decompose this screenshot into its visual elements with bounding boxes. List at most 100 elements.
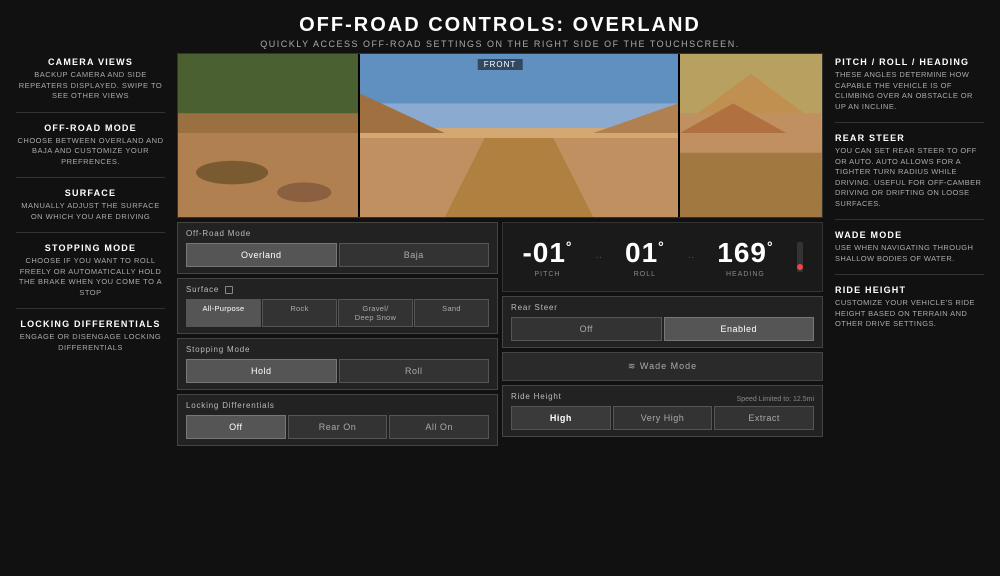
roll-number-text: 01 <box>625 237 658 268</box>
right-label-ride-height: RIDE HEIGHT <box>835 285 984 295</box>
surface-label: Surface <box>186 285 489 294</box>
sidebar-desc-surface: MANUALLY ADJUST THE SURFACE ON WHICH YOU… <box>16 201 165 222</box>
roll-label: ROLL <box>625 271 665 278</box>
right-desc-rear-steer: YOU CAN SET REAR STEER TO OFF OR AUTO. A… <box>835 146 984 209</box>
divider-1 <box>16 112 165 113</box>
off-road-mode-block: Off-Road Mode Overland Baja <box>177 222 498 274</box>
btn-overland[interactable]: Overland <box>186 243 337 267</box>
pitch-number: -01° <box>522 237 572 269</box>
right-label-pitch: PITCH / ROLL / HEADING <box>835 57 984 67</box>
off-road-mode-label: Off-Road Mode <box>186 229 489 238</box>
sidebar-label-surface: SURFACE <box>16 188 165 198</box>
pitch-number-text: -01 <box>522 237 565 268</box>
btn-extract[interactable]: Extract <box>714 406 814 430</box>
camera-center-panel <box>360 54 678 217</box>
off-road-mode-btn-group: Overland Baja <box>186 243 489 267</box>
surface-block: Surface All-Purpose Rock Gravel/Deep Sno… <box>177 278 498 334</box>
page-subtitle: QUICKLY ACCESS OFF-ROAD SETTINGS ON THE … <box>0 39 1000 49</box>
heading-deg: ° <box>767 238 774 254</box>
sidebar-label-stopping-mode: STOPPING MODE <box>16 243 165 253</box>
surface-label-text: Surface <box>186 285 219 294</box>
heading-label: HEADING <box>717 271 773 278</box>
btn-roll[interactable]: Roll <box>339 359 490 383</box>
header: OFF-ROAD CONTROLS: OVERLAND QUICKLY ACCE… <box>0 0 1000 53</box>
sidebar-label-off-road-mode: OFF-ROAD MODE <box>16 123 165 133</box>
sidebar-section-surface: SURFACE MANUALLY ADJUST THE SURFACE ON W… <box>16 188 165 222</box>
btn-rear-on[interactable]: Rear On <box>288 415 388 439</box>
ride-height-header: Ride Height Speed Limited to: 12.5mi <box>511 392 814 406</box>
camera-view: FRONT <box>177 53 823 218</box>
locking-diff-btn-group: Off Rear On All On <box>186 415 489 439</box>
sep-1: ·· <box>595 252 602 263</box>
roll-number: 01° <box>625 237 665 269</box>
main-content: CAMERA VIEWS BACKUP CAMERA AND SIDE REPE… <box>0 53 1000 576</box>
right-divider-2 <box>835 219 984 220</box>
right-section-pitch: PITCH / ROLL / HEADING THESE ANGLES DETE… <box>835 57 984 112</box>
btn-baja[interactable]: Baja <box>339 243 490 267</box>
sidebar-section-camera-views: CAMERA VIEWS BACKUP CAMERA AND SIDE REPE… <box>16 57 165 102</box>
camera-right-panel <box>680 54 822 217</box>
stopping-mode-label: Stopping Mode <box>186 345 489 354</box>
right-sidebar: PITCH / ROLL / HEADING THESE ANGLES DETE… <box>827 53 992 568</box>
sidebar-section-locking-diff: LOCKING DIFFERENTIALS ENGAGE OR DISENGAG… <box>16 319 165 353</box>
sidebar-desc-stopping-mode: CHOOSE IF YOU WANT TO ROLL FREELY OR AUT… <box>16 256 165 298</box>
controls-left: Off-Road Mode Overland Baja Surface <box>177 222 498 568</box>
right-desc-pitch: THESE ANGLES DETERMINE HOW CAPABLE THE V… <box>835 70 984 112</box>
pitch-value: -01° PITCH <box>522 237 572 278</box>
roll-value: 01° ROLL <box>625 237 665 278</box>
right-divider-1 <box>835 122 984 123</box>
rear-steer-label: Rear Steer <box>511 303 814 312</box>
btn-steer-enabled[interactable]: Enabled <box>664 317 815 341</box>
sidebar-desc-camera-views: BACKUP CAMERA AND SIDE REPEATERS DISPLAY… <box>16 70 165 102</box>
sidebar-section-off-road-mode: OFF-ROAD MODE CHOOSE BETWEEN OVERLAND AN… <box>16 123 165 168</box>
btn-high[interactable]: High <box>511 406 611 430</box>
locking-diff-block: Locking Differentials Off Rear On All On <box>177 394 498 446</box>
right-label-wade: WADE MODE <box>835 230 984 240</box>
right-divider-3 <box>835 274 984 275</box>
ride-height-btn-group: High Very High Extract <box>511 406 814 430</box>
center-panel: FRONT <box>173 53 827 568</box>
left-sidebar: CAMERA VIEWS BACKUP CAMERA AND SIDE REPE… <box>8 53 173 568</box>
btn-steer-off[interactable]: Off <box>511 317 662 341</box>
btn-all-purpose[interactable]: All-Purpose <box>186 299 261 327</box>
page: OFF-ROAD CONTROLS: OVERLAND QUICKLY ACCE… <box>0 0 1000 576</box>
btn-all-on[interactable]: All On <box>389 415 489 439</box>
rear-steer-btn-group: Off Enabled <box>511 317 814 341</box>
locking-diff-label: Locking Differentials <box>186 401 489 410</box>
btn-sand[interactable]: Sand <box>414 299 489 327</box>
divider-4 <box>16 308 165 309</box>
right-desc-wade: USE WHEN NAVIGATING THROUGH SHALLOW BODI… <box>835 243 984 264</box>
sidebar-label-camera-views: CAMERA VIEWS <box>16 57 165 67</box>
sep-2: ·· <box>688 252 695 263</box>
heading-value: 169° HEADING <box>717 237 773 278</box>
ride-height-label: Ride Height <box>511 392 562 401</box>
camera-left-panel <box>178 54 358 217</box>
heading-number: 169° <box>717 237 773 269</box>
right-section-rear-steer: REAR STEER YOU CAN SET REAR STEER TO OFF… <box>835 133 984 209</box>
btn-very-high[interactable]: Very High <box>613 406 713 430</box>
indicator-bar <box>797 242 803 272</box>
ride-height-block: Ride Height Speed Limited to: 12.5mi Hig… <box>502 385 823 437</box>
pitch-display: -01° PITCH ·· 01° ROLL ·· <box>502 222 823 292</box>
divider-2 <box>16 177 165 178</box>
right-section-wade: WADE MODE USE WHEN NAVIGATING THROUGH SH… <box>835 230 984 264</box>
stopping-mode-block: Stopping Mode Hold Roll <box>177 338 498 390</box>
indicator-dot <box>797 264 803 270</box>
heading-number-text: 169 <box>717 237 767 268</box>
btn-diff-off[interactable]: Off <box>186 415 286 439</box>
right-section-ride-height: RIDE HEIGHT CUSTOMIZE YOUR VEHICLE'S RID… <box>835 285 984 330</box>
surface-btn-group: All-Purpose Rock Gravel/Deep Snow Sand <box>186 299 489 327</box>
surface-icon <box>225 286 233 294</box>
btn-gravel[interactable]: Gravel/Deep Snow <box>338 299 413 327</box>
pitch-label: PITCH <box>522 271 572 278</box>
stopping-mode-btn-group: Hold Roll <box>186 359 489 383</box>
btn-hold[interactable]: Hold <box>186 359 337 383</box>
sidebar-desc-locking-diff: ENGAGE OR DISENGAGE LOCKING DIFFERENTIAL… <box>16 332 165 353</box>
right-label-rear-steer: REAR STEER <box>835 133 984 143</box>
btn-rock[interactable]: Rock <box>262 299 337 327</box>
right-desc-ride-height: CUSTOMIZE YOUR VEHICLE'S RIDE HEIGHT BAS… <box>835 298 984 330</box>
pitch-deg: ° <box>566 238 573 254</box>
controls-right: -01° PITCH ·· 01° ROLL ·· <box>502 222 823 568</box>
wade-mode-button[interactable]: ≋ Wade Mode <box>502 352 823 381</box>
sidebar-label-locking-diff: LOCKING DIFFERENTIALS <box>16 319 165 329</box>
